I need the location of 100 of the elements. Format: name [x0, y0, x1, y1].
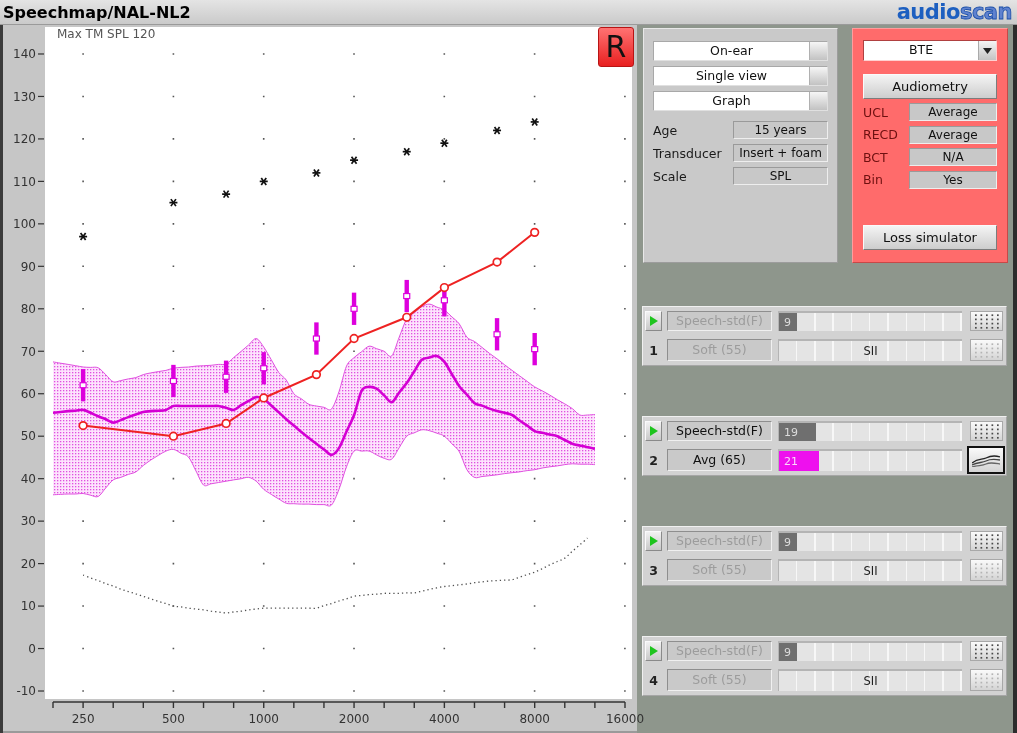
- error-bar: [223, 360, 229, 393]
- value-field[interactable]: Yes: [909, 170, 997, 189]
- asterisk-marker: [401, 147, 412, 156]
- x-tick-label: 8000: [519, 712, 550, 726]
- error-bar: [532, 333, 537, 366]
- channel-number: 4: [648, 672, 659, 688]
- play-icon: [649, 316, 658, 326]
- window-title: Speechmap/NAL-NL2: [3, 2, 191, 22]
- value-field[interactable]: Average: [909, 103, 997, 121]
- y-tick-label: 70: [20, 344, 36, 359]
- circle-marker: [439, 282, 450, 293]
- raised-square-icon: [809, 42, 827, 60]
- circle-marker: [78, 420, 88, 431]
- y-tick-label: -10: [16, 684, 36, 699]
- brand-logo: audioscan: [896, 1, 1012, 23]
- play-icon: [649, 426, 658, 436]
- square-marker: [79, 382, 87, 389]
- field-label: Age: [653, 122, 678, 138]
- x-tick-label: 1000: [248, 712, 279, 726]
- grid-button[interactable]: [970, 421, 1003, 441]
- display-button[interactable]: [967, 446, 1005, 474]
- asterisk-marker: [311, 168, 322, 178]
- sii-label: SII: [863, 344, 878, 358]
- meter-fill: 9: [779, 643, 798, 661]
- square-marker: [350, 305, 358, 312]
- y-tick-label: 40: [20, 471, 36, 486]
- value-field[interactable]: SPL: [733, 167, 828, 185]
- field-label: UCL: [863, 104, 888, 120]
- field-label: Bin: [863, 172, 883, 187]
- x-tick-label: 16000: [605, 712, 645, 726]
- grid-button[interactable]: [970, 311, 1003, 331]
- circle-marker: [492, 257, 502, 267]
- stimulus-field[interactable]: Speech-std(F): [667, 421, 772, 441]
- asterisk-marker: [221, 189, 231, 199]
- asterisk-marker: [78, 232, 88, 241]
- value-field[interactable]: N/A: [909, 148, 997, 166]
- ear-button[interactable]: R: [598, 27, 634, 67]
- error-bar: [351, 292, 357, 325]
- play-icon: [649, 536, 658, 546]
- instrument-dropdown[interactable]: BTE: [863, 40, 997, 61]
- play-button[interactable]: [645, 531, 662, 551]
- raised-square-icon: [809, 92, 827, 110]
- sii-fill: 21: [779, 451, 820, 471]
- y-tick-label: 60: [20, 387, 36, 402]
- error-bar: [80, 369, 86, 402]
- dot-grid-icon: [974, 562, 999, 578]
- channel-number: 3: [648, 562, 659, 578]
- value-field[interactable]: Insert + foam: [733, 144, 828, 162]
- chart-annotation: Max TM SPL 120: [57, 27, 156, 41]
- y-tick-label: 50: [20, 429, 36, 444]
- field-label: BCT: [863, 149, 888, 165]
- circle-marker: [311, 369, 322, 380]
- error-bar: [261, 352, 266, 385]
- y-tick-label: 120: [13, 132, 36, 147]
- asterisk-marker: [258, 177, 269, 186]
- audiometry-button[interactable]: Audiometry: [863, 73, 997, 99]
- circle-marker: [349, 333, 359, 344]
- level-field[interactable]: Avg (65): [667, 449, 772, 471]
- play-button[interactable]: [645, 641, 662, 661]
- play-button[interactable]: [645, 311, 662, 331]
- grid-button[interactable]: [970, 641, 1003, 661]
- y-tick-label: 110: [13, 174, 36, 189]
- y-tick-label: 30: [20, 514, 36, 529]
- square-marker: [493, 331, 501, 338]
- selector-button[interactable]: On-ear: [653, 41, 828, 61]
- square-marker: [531, 346, 539, 353]
- value-field[interactable]: Average: [909, 125, 997, 144]
- asterisk-marker: [168, 198, 179, 207]
- dot-grid-icon: [974, 423, 999, 439]
- error-bar: [404, 279, 409, 313]
- x-tick-label: 4000: [429, 712, 460, 726]
- x-tick-label: 500: [161, 712, 185, 726]
- x-tick-label: 2000: [338, 712, 370, 726]
- x-tick-label: 250: [71, 712, 95, 726]
- meter-fill: 19: [779, 423, 816, 441]
- meter-fill: 9: [779, 313, 798, 331]
- dot-grid-icon: [974, 533, 999, 549]
- y-tick-label: 10: [20, 599, 36, 614]
- raised-square-icon: [809, 67, 827, 85]
- y-tick-label: 90: [20, 259, 36, 274]
- selector-button[interactable]: Graph: [653, 91, 828, 111]
- error-bar: [171, 364, 176, 398]
- circle-marker: [402, 312, 412, 322]
- play-button[interactable]: [645, 421, 662, 441]
- y-tick-label: 20: [20, 556, 36, 571]
- loss-simulator-button[interactable]: Loss simulator: [863, 225, 997, 250]
- selector-button[interactable]: Single view: [653, 66, 828, 86]
- square-marker: [169, 377, 177, 385]
- asterisk-marker: [349, 155, 359, 165]
- y-tick-label: 0: [28, 641, 36, 656]
- dot-grid-icon: [974, 342, 999, 358]
- circle-marker: [168, 431, 179, 441]
- value-field[interactable]: 15 years: [733, 121, 828, 139]
- grid-button[interactable]: [970, 531, 1003, 551]
- asterisk-marker: [439, 138, 450, 148]
- error-bar: [494, 318, 500, 351]
- circle-marker: [221, 418, 231, 429]
- curves-icon: [972, 453, 1000, 467]
- y-tick-label: 80: [20, 302, 36, 317]
- channel-number: 1: [648, 342, 659, 358]
